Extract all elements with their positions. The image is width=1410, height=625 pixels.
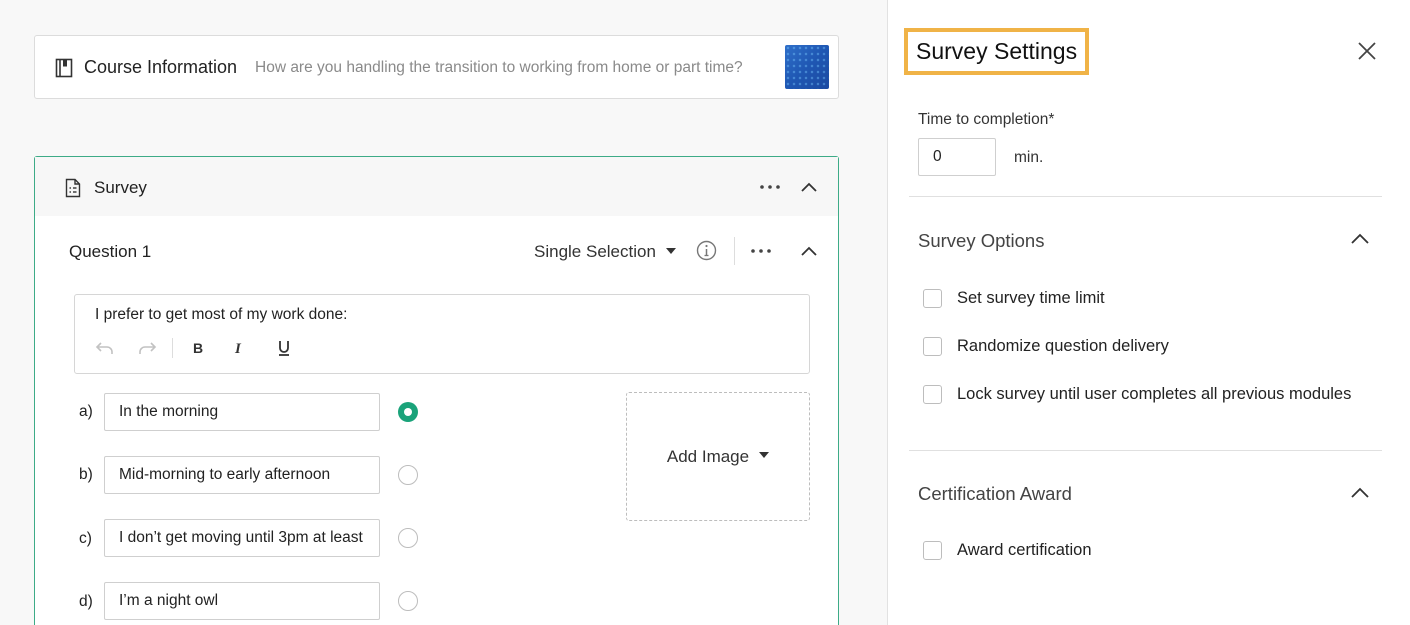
svg-text:I: I xyxy=(234,341,242,357)
question-title: Question 1 xyxy=(69,242,152,261)
checkbox-label: Set survey time limit xyxy=(957,289,1105,307)
question-type-label: Single Selection xyxy=(534,242,656,261)
course-title: Course Information xyxy=(84,57,238,77)
undo-icon[interactable] xyxy=(94,338,116,358)
info-icon[interactable] xyxy=(696,240,717,261)
option-radio[interactable] xyxy=(398,528,418,548)
survey-options-collapse-icon[interactable] xyxy=(1350,233,1370,245)
option-input[interactable]: I’m a night owl xyxy=(104,582,380,620)
question-collapse-icon[interactable] xyxy=(800,245,818,257)
option-radio-selected[interactable] xyxy=(398,402,418,422)
certification-award-title: Certification Award xyxy=(918,483,1072,504)
question-prompt-editor[interactable]: I prefer to get most of my work done: B … xyxy=(74,294,810,374)
course-information-card[interactable]: Course Information How are you handling … xyxy=(34,35,839,99)
checkbox-label: Award certification xyxy=(957,541,1092,559)
survey-collapse-icon[interactable] xyxy=(800,181,818,193)
checkbox-label: Randomize question delivery xyxy=(957,337,1169,355)
course-description: How are you handling the transition to w… xyxy=(255,59,743,76)
survey-editor: Course Information How are you handling … xyxy=(0,0,888,625)
close-icon[interactable] xyxy=(1356,40,1378,62)
caret-down-icon xyxy=(759,451,770,458)
certification-collapse-icon[interactable] xyxy=(1350,487,1370,499)
checkbox[interactable] xyxy=(923,385,942,404)
option-letter: a) xyxy=(79,403,93,420)
option-radio[interactable] xyxy=(398,465,418,485)
checkbox-label: Lock survey until user completes all pre… xyxy=(957,385,1352,403)
panel-title: Survey Settings xyxy=(904,28,1090,75)
option-radio[interactable] xyxy=(398,591,418,611)
survey-more-icon[interactable] xyxy=(759,184,781,190)
divider xyxy=(909,196,1382,197)
survey-document-icon xyxy=(65,178,81,198)
checkbox-lock-survey[interactable]: Lock survey until user completes all pre… xyxy=(923,385,1351,404)
time-unit-label: min. xyxy=(1014,149,1044,166)
survey-header[interactable]: Survey xyxy=(35,157,838,216)
question-prompt[interactable]: I prefer to get most of my work done: xyxy=(95,306,347,324)
option-input[interactable]: In the morning xyxy=(104,393,380,431)
caret-down-icon xyxy=(665,247,676,254)
redo-icon[interactable] xyxy=(136,338,158,358)
checkbox[interactable] xyxy=(923,337,942,356)
question-type-dropdown[interactable]: Single Selection xyxy=(534,242,676,262)
survey-options-title: Survey Options xyxy=(918,230,1045,251)
course-thumbnail xyxy=(785,45,829,89)
time-to-completion-input[interactable]: 0 xyxy=(918,138,996,176)
checkbox[interactable] xyxy=(923,541,942,560)
underline-icon[interactable] xyxy=(276,338,292,358)
option-letter: c) xyxy=(79,530,92,547)
checkbox-set-time-limit[interactable]: Set survey time limit xyxy=(923,289,1105,308)
svg-text:B: B xyxy=(193,340,203,356)
option-letter: d) xyxy=(79,593,93,610)
question-more-icon[interactable] xyxy=(750,248,772,254)
divider xyxy=(734,237,735,265)
time-to-completion-label: Time to completion* xyxy=(918,111,1055,128)
bold-icon[interactable]: B xyxy=(190,338,206,358)
checkbox[interactable] xyxy=(923,289,942,308)
divider xyxy=(909,450,1382,451)
option-input[interactable]: I don’t get moving until 3pm at least xyxy=(104,519,380,557)
add-image-button[interactable]: Add Image xyxy=(626,392,810,521)
add-image-label: Add Image xyxy=(666,446,750,466)
survey-title: Survey xyxy=(94,178,147,197)
survey-settings-panel: Survey Settings Time to completion* 0 mi… xyxy=(887,0,1410,625)
checkbox-award-certification[interactable]: Award certification xyxy=(923,541,1092,560)
checkbox-randomize-questions[interactable]: Randomize question delivery xyxy=(923,337,1169,356)
book-icon xyxy=(55,58,73,78)
option-input[interactable]: Mid-morning to early afternoon xyxy=(104,456,380,494)
italic-icon[interactable]: I xyxy=(232,338,248,358)
option-letter: b) xyxy=(79,466,93,483)
toolbar-divider xyxy=(172,338,173,358)
survey-card: Survey Question 1 Single Selection I pre… xyxy=(34,156,839,625)
